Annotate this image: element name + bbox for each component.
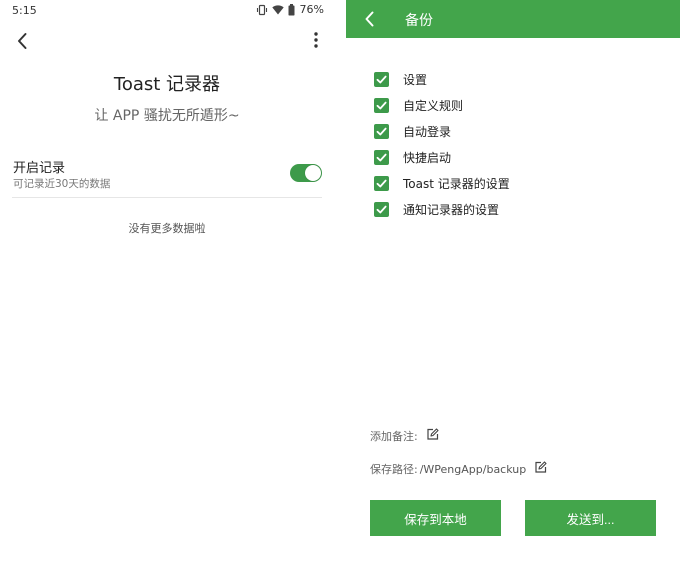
wifi-icon (271, 4, 284, 15)
checklist-item-quick-launch[interactable]: 快捷启动 (374, 144, 510, 170)
checklist-label: 通知记录器的设置 (403, 202, 500, 217)
checklist-label: 快捷启动 (403, 150, 452, 165)
save-local-button[interactable]: 保存到本地 (370, 500, 501, 536)
toggle-knob (305, 165, 321, 181)
backup-checklist: 设置 自定义规则 自动登录 快捷启动 Toast 记录器的设置 通知记录器的设置 (374, 66, 510, 222)
note-label: 添加备注: (370, 430, 418, 443)
edit-icon[interactable] (534, 461, 547, 477)
checkbox-checked-icon[interactable] (374, 71, 389, 87)
status-time: 5:15 (12, 4, 37, 17)
setting-title: 开启记录 (13, 161, 66, 176)
path-label: 保存路径: (370, 463, 418, 476)
battery-level: 76% (299, 3, 324, 16)
toast-recorder-screen: 5:15 76% Toast 记录器 让 APP 骚扰无所遁形~ 开启记录 可记… (0, 0, 334, 569)
checkbox-checked-icon[interactable] (374, 201, 389, 217)
checkbox-checked-icon[interactable] (374, 175, 389, 191)
page-subtitle: 让 APP 骚扰无所遁形~ (94, 108, 240, 124)
checklist-item-auto-login[interactable]: 自动登录 (374, 118, 510, 144)
status-bar: 5:15 76% (0, 0, 334, 22)
page-title: Toast 记录器 (113, 74, 221, 95)
checklist-item-settings[interactable]: 设置 (374, 66, 510, 92)
save-path-row: 保存路径: /WPengApp/backup (370, 461, 547, 477)
checkbox-checked-icon[interactable] (374, 149, 389, 165)
checklist-item-notification-settings[interactable]: 通知记录器的设置 (374, 196, 510, 222)
send-to-button[interactable]: 发送到... (525, 500, 656, 536)
enable-recording-row[interactable]: 开启记录 可记录近30天的数据 (12, 152, 322, 198)
more-vert-icon[interactable] (306, 30, 326, 50)
empty-state-text: 没有更多数据啦 (128, 222, 206, 235)
battery-icon (288, 3, 295, 16)
back-arrow-icon[interactable] (360, 9, 380, 29)
note-row: 添加备注: (370, 428, 439, 444)
enable-recording-toggle[interactable] (290, 164, 322, 182)
backup-screen: 备份 设置 自定义规则 自动登录 快捷启动 Toast 记录器的设置 通知记录器… (346, 0, 680, 569)
checklist-item-custom-rules[interactable]: 自定义规则 (374, 92, 510, 118)
path-value: /WPengApp/backup (419, 462, 527, 476)
status-icons: 76% (256, 3, 324, 16)
checklist-label: 自动登录 (403, 124, 452, 139)
back-arrow-icon[interactable] (12, 30, 34, 52)
edit-icon[interactable] (426, 428, 439, 444)
setting-description: 可记录近30天的数据 (13, 178, 111, 190)
checklist-label: Toast 记录器的设置 (403, 176, 510, 191)
app-bar-title: 备份 (405, 13, 433, 29)
checkbox-checked-icon[interactable] (374, 97, 389, 113)
checklist-label: 设置 (403, 72, 428, 87)
checkbox-checked-icon[interactable] (374, 123, 389, 139)
app-bar: 备份 (346, 0, 680, 38)
vibrate-icon (256, 4, 268, 16)
checklist-label: 自定义规则 (403, 98, 464, 113)
checklist-item-toast-settings[interactable]: Toast 记录器的设置 (374, 170, 510, 196)
